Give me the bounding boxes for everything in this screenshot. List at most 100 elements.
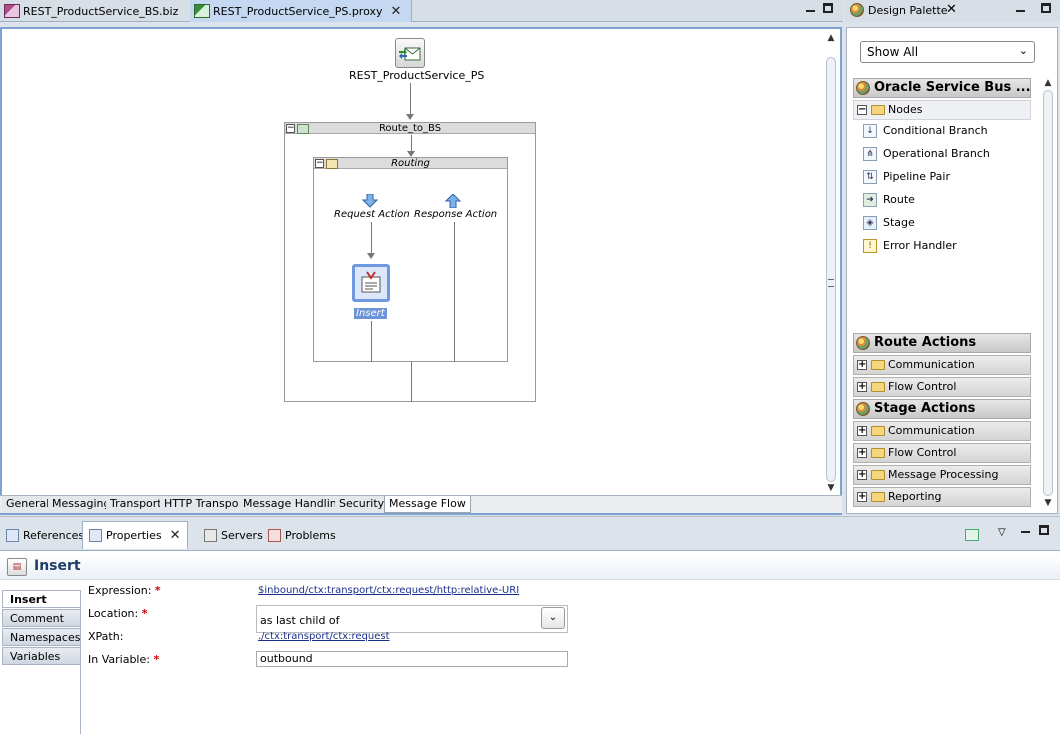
minimize-palette-button[interactable] bbox=[1016, 6, 1025, 12]
problems-icon bbox=[268, 528, 281, 542]
proxy-service-node[interactable] bbox=[395, 38, 425, 68]
connector bbox=[411, 362, 412, 402]
minimize-view-button[interactable] bbox=[1021, 527, 1030, 533]
chevron-down-icon[interactable]: ⌄ bbox=[541, 607, 565, 629]
tab-business-service[interactable]: REST_ProductService_BS.biz bbox=[0, 0, 190, 22]
tab-transport[interactable]: Transport bbox=[106, 496, 167, 513]
insert-action-node[interactable] bbox=[352, 264, 390, 302]
palette-header: Design Palette ✕ bbox=[845, 0, 1060, 22]
view-menu-icon[interactable]: ▽ bbox=[998, 527, 1006, 538]
location-select[interactable]: as last child of ⌄ bbox=[256, 605, 568, 633]
palette-item-error-handler[interactable]: ! Error Handler bbox=[861, 237, 957, 255]
expand-icon[interactable]: + bbox=[857, 448, 867, 458]
collapse-icon[interactable]: − bbox=[857, 105, 867, 115]
group-route-flow-control[interactable]: + Flow Control bbox=[853, 377, 1031, 397]
tab-label: Servers bbox=[221, 528, 263, 542]
tab-general[interactable]: General bbox=[2, 496, 55, 513]
insert-action-label[interactable]: Insert bbox=[354, 308, 387, 319]
side-tab-variables[interactable]: Variables bbox=[2, 647, 81, 665]
editor-tab-strip: REST_ProductService_BS.biz REST_ProductS… bbox=[0, 0, 843, 22]
connector bbox=[371, 222, 372, 254]
expand-icon[interactable]: + bbox=[857, 492, 867, 502]
category-label: Stage Actions bbox=[874, 401, 976, 416]
palette-item-stage[interactable]: ◈ Stage bbox=[861, 214, 915, 232]
maximize-editor-button[interactable] bbox=[823, 3, 833, 13]
palette-filter-select[interactable]: Show All ⌄ bbox=[860, 41, 1035, 63]
pin-icon[interactable] bbox=[965, 529, 979, 541]
tab-message-handling[interactable]: Message Handling bbox=[239, 496, 349, 513]
tab-label: REST_ProductService_BS.biz bbox=[23, 4, 179, 18]
palette-item-route[interactable]: ➜ Route bbox=[861, 191, 915, 209]
scroll-up-icon[interactable]: ▲ bbox=[1041, 78, 1055, 88]
warning-icon: ! bbox=[863, 239, 877, 253]
expression-label: Expression: * bbox=[88, 584, 161, 597]
route-node-header: Route_to_BS bbox=[285, 123, 535, 134]
connector bbox=[454, 222, 455, 362]
tab-security[interactable]: Security bbox=[335, 496, 390, 513]
required-mark: * bbox=[153, 653, 160, 666]
scroll-down-icon[interactable]: ▼ bbox=[1041, 498, 1055, 508]
maximize-palette-button[interactable] bbox=[1041, 3, 1051, 13]
side-tab-insert[interactable]: Insert bbox=[2, 590, 81, 608]
canvas-vertical-scrollbar[interactable]: ▲ ▼ bbox=[824, 31, 838, 493]
palette-title: Design Palette bbox=[868, 4, 948, 17]
close-palette-icon[interactable]: ✕ bbox=[946, 2, 957, 17]
response-action-label[interactable]: Response Action bbox=[414, 209, 497, 220]
palette-item-pipeline-pair[interactable]: ⇅ Pipeline Pair bbox=[861, 168, 950, 186]
minimize-editor-button[interactable] bbox=[806, 6, 815, 12]
close-properties-icon[interactable]: ✕ bbox=[170, 528, 181, 543]
expression-link[interactable]: $inbound/ctx:transport/ctx:request/http:… bbox=[258, 585, 519, 596]
group-nodes[interactable]: − Nodes bbox=[853, 100, 1031, 120]
maximize-view-button[interactable] bbox=[1039, 525, 1049, 535]
close-tab-icon[interactable]: ✕ bbox=[391, 4, 402, 19]
palette-item-operational-branch[interactable]: ⋔ Operational Branch bbox=[861, 145, 990, 163]
expand-icon[interactable]: + bbox=[857, 470, 867, 480]
group-stage-flow-control[interactable]: + Flow Control bbox=[853, 443, 1031, 463]
request-action-label[interactable]: Request Action bbox=[334, 209, 410, 220]
xpath-label: XPath: bbox=[88, 630, 124, 643]
group-label: Communication bbox=[888, 358, 975, 371]
tab-references[interactable]: References bbox=[0, 521, 90, 549]
design-palette: Show All ⌄ Oracle Service Bus ... − Node… bbox=[846, 27, 1058, 514]
collapse-route-button[interactable]: − bbox=[286, 124, 295, 133]
side-tab-namespaces[interactable]: Namespaces bbox=[2, 628, 81, 646]
group-label: Nodes bbox=[888, 103, 923, 116]
group-stage-communication[interactable]: + Communication bbox=[853, 421, 1031, 441]
scroll-thumb[interactable] bbox=[1043, 90, 1053, 496]
conditional-branch-icon: ↓ bbox=[863, 124, 877, 138]
scroll-up-icon[interactable]: ▲ bbox=[824, 33, 838, 45]
palette-icon bbox=[850, 3, 864, 17]
side-tab-comment[interactable]: Comment bbox=[2, 609, 81, 627]
tab-message-flow[interactable]: Message Flow bbox=[384, 496, 471, 513]
item-label: Route bbox=[883, 193, 915, 206]
palette-vertical-scrollbar[interactable]: ▲ ▼ bbox=[1041, 78, 1055, 510]
group-stage-message-processing[interactable]: + Message Processing bbox=[853, 465, 1031, 485]
category-stage-actions[interactable]: Stage Actions bbox=[853, 399, 1031, 419]
palette-item-conditional-branch[interactable]: ↓ Conditional Branch bbox=[861, 122, 988, 140]
category-route-actions[interactable]: Route Actions bbox=[853, 333, 1031, 353]
group-route-communication[interactable]: + Communication bbox=[853, 355, 1031, 375]
tab-problems[interactable]: Problems bbox=[262, 521, 342, 549]
item-label: Conditional Branch bbox=[883, 124, 988, 137]
category-oracle-service-bus[interactable]: Oracle Service Bus ... bbox=[853, 78, 1031, 98]
scroll-down-icon[interactable]: ▼ bbox=[824, 483, 838, 495]
tab-servers[interactable]: Servers bbox=[198, 521, 269, 549]
folder-icon bbox=[871, 448, 885, 458]
route-node-label: Route_to_BS bbox=[378, 123, 442, 134]
stage-icon: ◈ bbox=[863, 216, 877, 230]
tab-proxy-service[interactable]: REST_ProductService_PS.proxy ✕ bbox=[190, 0, 412, 22]
routing-action[interactable]: Routing − Request Action Response Action bbox=[313, 157, 508, 362]
route-icon bbox=[297, 124, 309, 134]
scroll-thumb[interactable] bbox=[826, 57, 836, 482]
in-variable-input[interactable]: outbound bbox=[256, 651, 568, 667]
collapse-routing-button[interactable]: − bbox=[315, 159, 324, 168]
route-node[interactable]: Route_to_BS − Routing − Request Action R… bbox=[284, 122, 536, 402]
expand-icon[interactable]: + bbox=[857, 426, 867, 436]
group-stage-reporting[interactable]: + Reporting bbox=[853, 487, 1031, 507]
tab-properties[interactable]: Properties ✕ bbox=[82, 521, 188, 549]
expand-icon[interactable]: + bbox=[857, 382, 867, 392]
request-action-icon bbox=[362, 194, 378, 208]
xpath-link[interactable]: ./ctx:transport/ctx:request bbox=[258, 631, 390, 642]
expand-icon[interactable]: + bbox=[857, 360, 867, 370]
message-flow-canvas[interactable]: REST_ProductService_PS Route_to_BS − Rou… bbox=[0, 27, 842, 495]
